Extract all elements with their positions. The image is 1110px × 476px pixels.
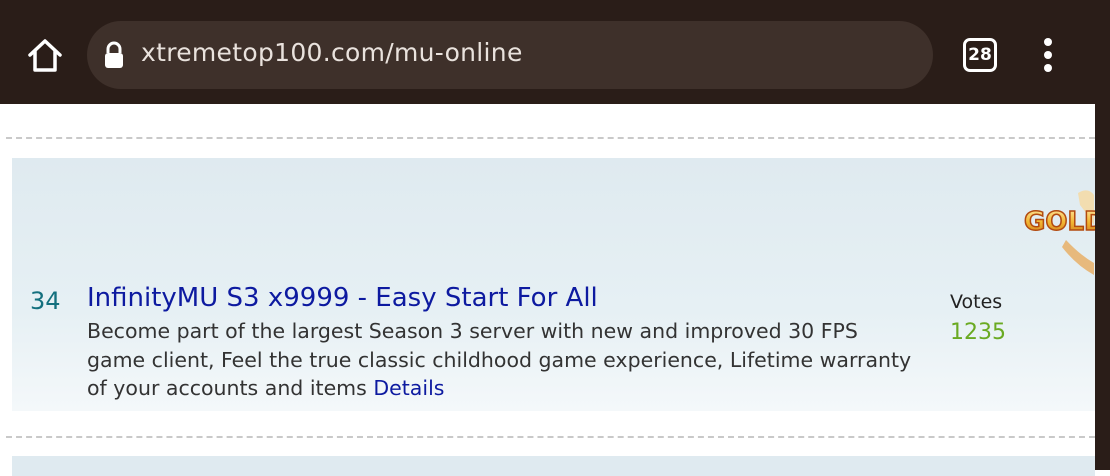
server-title-link[interactable]: InfinityMU S3 x9999 - Easy Start For All [87, 283, 598, 313]
votes-label: Votes [950, 291, 1003, 313]
url-text[interactable]: xtremetop100.com/mu-online [141, 38, 523, 67]
details-link[interactable]: Details [373, 376, 444, 400]
overflow-menu-icon[interactable] [1036, 38, 1060, 74]
divider [6, 137, 1095, 139]
tab-switcher-button[interactable]: 28 [963, 38, 997, 72]
home-icon[interactable] [25, 36, 65, 76]
votes-count: 1235 [950, 320, 1006, 345]
lock-icon [105, 41, 123, 68]
page-edge [1095, 104, 1110, 470]
next-listing [12, 456, 1095, 476]
listing-rank: 34 [30, 287, 61, 315]
svg-text:GOLD: GOLD [1024, 207, 1095, 237]
server-description: Become part of the largest Season 3 serv… [87, 317, 917, 403]
gold-badge-icon: GOLD [1023, 190, 1095, 275]
description-text: Become part of the largest Season 3 serv… [87, 319, 912, 400]
divider [6, 436, 1095, 438]
